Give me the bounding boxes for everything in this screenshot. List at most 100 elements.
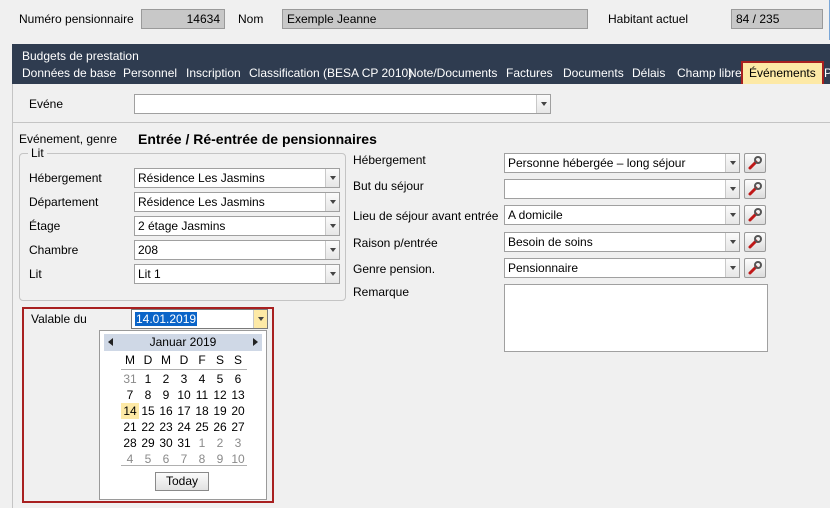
chevron-down-icon[interactable]	[325, 241, 339, 259]
pensioner-number-field[interactable]: 14634	[141, 9, 225, 29]
calendar-day[interactable]: 7	[121, 387, 139, 403]
genre-pension-select[interactable]: Pensionnaire	[504, 258, 740, 278]
calendar-day[interactable]: 25	[193, 419, 211, 435]
tab-champ-libre[interactable]: Champ libre	[677, 66, 742, 80]
hebergement-tool-button[interactable]	[744, 153, 766, 173]
chevron-down-icon[interactable]	[725, 259, 739, 277]
calendar-day[interactable]: 5	[211, 371, 229, 387]
chevron-down-icon[interactable]	[725, 180, 739, 198]
calendar-day[interactable]: 19	[211, 403, 229, 419]
tab-documents[interactable]: Documents	[563, 66, 624, 80]
raison-entree-tool-button[interactable]	[744, 232, 766, 252]
lit-chambre-label: Chambre	[29, 243, 79, 257]
calendar-day[interactable]: 10	[175, 387, 193, 403]
tab-classification[interactable]: Classification (BESA CP 2010)	[249, 66, 412, 80]
event-label: Evéne	[29, 97, 64, 111]
event-select[interactable]	[134, 94, 551, 114]
lit-chambre-select[interactable]: 208	[134, 240, 340, 260]
calendar-day[interactable]: 9	[157, 387, 175, 403]
calendar-day[interactable]: 3	[175, 371, 193, 387]
lit-hebergement-select[interactable]: Résidence Les Jasmins	[134, 168, 340, 188]
name-label: Nom	[238, 12, 264, 26]
but-sejour-select[interactable]	[504, 179, 740, 199]
calendar-day[interactable]: 20	[229, 403, 247, 419]
lit-departement-label: Département	[29, 195, 99, 209]
calendar-day[interactable]: 21	[121, 419, 139, 435]
chevron-down-icon[interactable]	[325, 193, 339, 211]
raison-entree-value: Besoin de soins	[508, 235, 593, 249]
calendar-day[interactable]: 2	[211, 435, 229, 451]
tab-personnel[interactable]: Personnel	[123, 66, 177, 80]
wrench-icon	[748, 156, 762, 170]
calendar-day[interactable]: 4	[193, 371, 211, 387]
wrench-icon	[748, 182, 762, 196]
tab-delais[interactable]: Délais	[632, 66, 665, 80]
calendar-day[interactable]: 2	[157, 371, 175, 387]
calendar-day[interactable]: 8	[139, 387, 157, 403]
chevron-down-icon[interactable]	[325, 265, 339, 283]
next-month-icon[interactable]	[253, 338, 258, 346]
chevron-down-icon[interactable]	[725, 206, 739, 224]
calendar-day[interactable]: 1	[139, 371, 157, 387]
calendar-day[interactable]: 22	[139, 419, 157, 435]
calendar-day[interactable]: 30	[157, 435, 175, 451]
valid-from-value: 14.01.2019	[135, 312, 198, 326]
calendar-header: Januar 2019	[104, 334, 262, 351]
calendar-day[interactable]: 12	[211, 387, 229, 403]
calendar-day[interactable]: 14	[121, 403, 139, 419]
lit-lit-label: Lit	[29, 267, 42, 281]
but-sejour-label: But du séjour	[353, 179, 424, 193]
tab-evenements[interactable]: Événements	[741, 61, 824, 86]
today-button[interactable]: Today	[155, 472, 209, 491]
calendar-day[interactable]: 11	[193, 387, 211, 403]
lit-chambre-value: 208	[138, 243, 159, 257]
calendar-day[interactable]: 18	[193, 403, 211, 419]
calendar-weekday: D	[179, 353, 189, 367]
calendar-day[interactable]: 26	[211, 419, 229, 435]
lieu-sejour-value: A domicile	[508, 208, 563, 222]
calendar-day[interactable]: 27	[229, 419, 247, 435]
chevron-down-icon[interactable]	[325, 217, 339, 235]
calendar-day[interactable]: 29	[139, 435, 157, 451]
name-field[interactable]: Exemple Jeanne	[282, 9, 588, 29]
lit-departement-select[interactable]: Résidence Les Jasmins	[134, 192, 340, 212]
remark-textarea[interactable]	[504, 284, 768, 352]
calendar-day[interactable]: 1	[193, 435, 211, 451]
valid-from-input[interactable]: 14.01.2019	[131, 309, 268, 329]
lit-lit-select[interactable]: Lit 1	[134, 264, 340, 284]
lit-etage-select[interactable]: 2 étage Jasmins	[134, 216, 340, 236]
chevron-down-icon[interactable]	[253, 310, 267, 328]
hebergement-value: Personne hébergée – long séjour	[508, 156, 686, 170]
calendar-day[interactable]: 13	[229, 387, 247, 403]
calendar-day[interactable]: 16	[157, 403, 175, 419]
divider	[12, 122, 830, 123]
current-resident-field[interactable]: 84 / 235	[731, 9, 823, 29]
chevron-down-icon[interactable]	[725, 154, 739, 172]
lieu-sejour-select[interactable]: A domicile	[504, 205, 740, 225]
chevron-down-icon[interactable]	[536, 95, 550, 113]
tab-factures[interactable]: Factures	[506, 66, 553, 80]
calendar-day[interactable]: 31	[121, 371, 139, 387]
chevron-down-icon[interactable]	[725, 233, 739, 251]
calendar-day[interactable]: 6	[229, 371, 247, 387]
hebergement-select[interactable]: Personne hébergée – long séjour	[504, 153, 740, 173]
lieu-sejour-tool-button[interactable]	[744, 205, 766, 225]
tab-donnees-de-base[interactable]: Données de base	[22, 66, 116, 80]
calendar-day[interactable]: 28	[121, 435, 139, 451]
genre-pension-tool-button[interactable]	[744, 258, 766, 278]
calendar-day[interactable]: 15	[139, 403, 157, 419]
tab-overflow[interactable]: P	[824, 66, 830, 80]
tab-note-documents[interactable]: Note/Documents	[408, 66, 497, 80]
calendar-weekday: F	[198, 353, 206, 367]
calendar-day[interactable]: 17	[175, 403, 193, 419]
calendar-day[interactable]: 24	[175, 419, 193, 435]
tab-inscription[interactable]: Inscription	[186, 66, 241, 80]
calendar-day[interactable]: 3	[229, 435, 247, 451]
chevron-down-icon[interactable]	[325, 169, 339, 187]
pensioner-number-label: Numéro pensionnaire	[19, 12, 134, 26]
raison-entree-select[interactable]: Besoin de soins	[504, 232, 740, 252]
calendar-day[interactable]: 31	[175, 435, 193, 451]
but-sejour-tool-button[interactable]	[744, 179, 766, 199]
calendar-day[interactable]: 23	[157, 419, 175, 435]
valid-from-label: Valable du	[31, 312, 87, 326]
